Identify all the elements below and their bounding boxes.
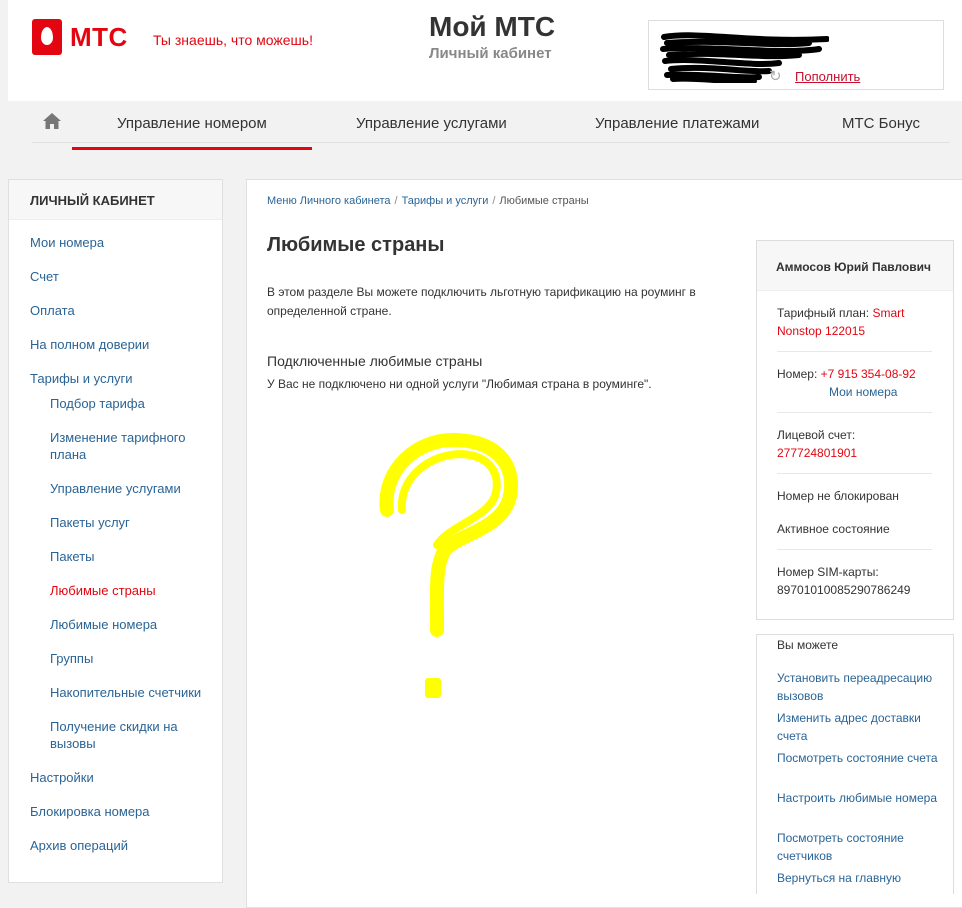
- mts-egg-icon: [32, 19, 62, 55]
- account-value: 277724801901: [777, 446, 858, 460]
- sidebar-item-tariff-selection[interactable]: Подбор тарифа: [50, 395, 145, 412]
- nav-tab-bonus[interactable]: МТС Бонус: [842, 115, 920, 132]
- actions-panel: Вы можете Установить переадресацию вызов…: [756, 634, 954, 894]
- sidebar-item-groups[interactable]: Группы: [50, 650, 93, 667]
- breadcrumb-current: Любимые страны: [499, 195, 589, 207]
- block-status: Номер не блокирован: [777, 489, 899, 503]
- actions-title: Вы можете: [777, 638, 839, 652]
- breadcrumb-link-tariffs[interactable]: Тарифы и услуги: [402, 195, 489, 207]
- sidebar-item-packages[interactable]: Пакеты: [50, 548, 95, 565]
- sidebar-item-tariffs[interactable]: Тарифы и услуги: [30, 370, 133, 387]
- slogan: Ты знаешь, что можешь!: [153, 32, 313, 48]
- site-title: Мой МТС: [429, 11, 556, 42]
- nav-tab-number-management[interactable]: Управление номером: [72, 115, 312, 150]
- main-content: Меню Личного кабинета / Тарифы и услуги / Лю…: [246, 179, 962, 908]
- user-name: Аммосов Юрий Павлович: [757, 241, 953, 291]
- sidebar-item-favorite-numbers[interactable]: Любимые номера: [50, 616, 157, 633]
- action-link-bill-status[interactable]: Посмотреть состояние счета: [777, 749, 942, 767]
- card-divider: [777, 473, 932, 474]
- action-link-home[interactable]: Вернуться на главную: [777, 869, 942, 887]
- breadcrumb-separator: /: [394, 195, 398, 207]
- section-title: Подключенные любимые страны: [267, 353, 483, 369]
- refresh-icon[interactable]: ↻: [769, 69, 785, 85]
- main-nav: Управление номером Управление услугами У…: [32, 103, 950, 150]
- sidebar-item-favorite-countries[interactable]: Любимые страны: [50, 582, 156, 599]
- sim-value: 89701010085290786249: [777, 583, 911, 597]
- number-row: Номер: +7 915 354-08-92: [777, 365, 932, 383]
- action-link-delivery-address[interactable]: Изменить адрес доставки счета: [777, 709, 942, 745]
- card-divider: [777, 412, 932, 413]
- card-divider: [777, 549, 932, 550]
- active-state: Активное состояние: [777, 522, 890, 536]
- topup-link[interactable]: Пополнить: [795, 69, 860, 84]
- question-mark-scribble: [379, 432, 519, 698]
- header: МТС Ты знаешь, что можешь! Мой МТС Личны…: [8, 0, 962, 101]
- home-icon[interactable]: [42, 112, 62, 130]
- logo-text: МТС: [70, 21, 128, 52]
- sidebar-item-service-packages[interactable]: Пакеты услуг: [50, 514, 130, 531]
- breadcrumb: Меню Личного кабинета / Тарифы и услуги / Лю…: [267, 195, 589, 207]
- sidebar-item-settings[interactable]: Настройки: [30, 769, 94, 786]
- section-text: У Вас не подключено ни одной услуги "Люб…: [267, 377, 652, 391]
- sidebar-item-full-trust[interactable]: На полном доверии: [30, 336, 149, 353]
- sim-row: Номер SIM-карты: 89701010085290786249: [777, 563, 932, 599]
- sidebar-item-payment[interactable]: Оплата: [30, 302, 75, 319]
- action-link-counters[interactable]: Посмотреть состояние счетчиков: [777, 829, 942, 865]
- sidebar-item-counters[interactable]: Накопительные счетчики: [50, 684, 201, 701]
- breadcrumb-link-menu[interactable]: Меню Личного кабинета: [267, 195, 391, 207]
- sidebar-item-call-discount[interactable]: Получение скидки на вызовы: [50, 718, 200, 752]
- tariff-row: Тарифный план: Smart Nonstop 122015: [777, 304, 932, 340]
- sidebar-item-operations-archive[interactable]: Архив операций: [30, 837, 128, 854]
- action-link-forwarding[interactable]: Установить переадресацию вызовов: [777, 669, 942, 705]
- sidebar-item-number-block[interactable]: Блокировка номера: [30, 803, 150, 820]
- account-box: ↻ Пополнить: [648, 20, 944, 90]
- breadcrumb-separator: /: [492, 195, 496, 207]
- my-numbers-row: Мои номера: [829, 383, 939, 401]
- page-title: Любимые страны: [267, 234, 445, 256]
- mts-logo[interactable]: МТС: [32, 19, 128, 55]
- sidebar: ЛИЧНЫЙ КАБИНЕТ Мои номера Счет Оплата На…: [8, 179, 223, 883]
- number-value: +7 915 354-08-92: [820, 367, 916, 381]
- tariff-label: Тарифный план:: [777, 306, 870, 320]
- sidebar-item-service-management[interactable]: Управление услугами: [50, 480, 181, 497]
- account-label: Лицевой счет:: [777, 428, 856, 442]
- sidebar-heading: ЛИЧНЫЙ КАБИНЕТ: [9, 180, 222, 220]
- account-row: Лицевой счет: 277724801901: [777, 426, 932, 462]
- number-label: Номер:: [777, 367, 818, 381]
- nav-tab-payments[interactable]: Управление платежами: [595, 115, 759, 132]
- sidebar-item-my-numbers[interactable]: Мои номера: [30, 234, 104, 251]
- intro-text: В этом разделе Вы можете подключить льго…: [267, 285, 696, 318]
- sim-label: Номер SIM-карты:: [777, 565, 879, 579]
- user-card: Аммосов Юрий Павлович Тарифный план: Sma…: [756, 240, 954, 620]
- sidebar-item-bill[interactable]: Счет: [30, 268, 59, 285]
- card-divider: [777, 351, 932, 352]
- site-subtitle: Личный кабинет: [429, 45, 552, 62]
- sidebar-item-tariff-change[interactable]: Изменение тарифного плана: [50, 429, 200, 463]
- nav-tab-services[interactable]: Управление услугами: [356, 115, 507, 132]
- my-numbers-link[interactable]: Мои номера: [829, 385, 897, 399]
- action-link-favorite-numbers[interactable]: Настроить любимые номера: [777, 789, 942, 807]
